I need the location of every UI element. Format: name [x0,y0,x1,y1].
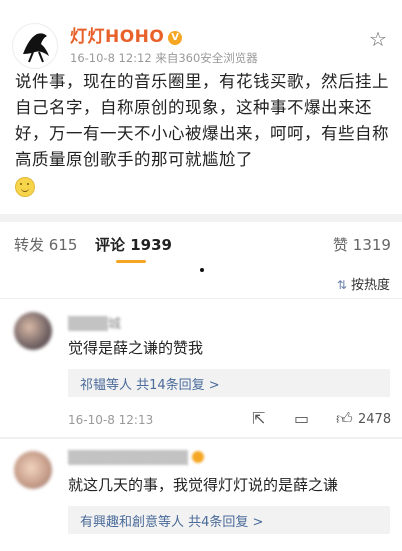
comment-item: ▒▒▒▒▒▒▒▒▒▒▒▒ 就这几天的事，我觉得灯灯说的是薛之谦 有興趣和創意等人… [0,439,402,551]
post-content: 说件事，现在的音乐圈里，有花钱买歌，然后挂上自己名字，自称原创的现象，这种事不爆… [15,69,390,201]
sort-label: 按热度 [350,278,390,293]
commenter-name-text[interactable]: ▒▒▒▒▒▒▒▒▒▒▒▒ [68,451,188,466]
tab-like-label: 赞 [333,236,349,254]
commenter-name[interactable]: ▒▒▒▒▒▒▒▒▒▒▒▒ [68,451,204,466]
sort-by-hot-button[interactable]: ⇅ 按热度 [337,274,390,293]
sort-icon: ⇅ [336,278,347,292]
tab-like-count: 1319 [352,236,391,254]
comment-replies-box[interactable]: 有興趣和創意等人 共4条回复 > [68,506,390,534]
post-meta: 16-10-8 12:12 来自360安全浏览器 [70,51,258,65]
comment-item: ▒▒▒▒城 觉得是薛之谦的赞我 祁韫等人 共14条回复 > 16-10-8 12… [0,299,402,437]
like-icon[interactable]: 👍︎ [336,409,353,429]
comment-replies-link[interactable]: 祁韫等人 共14条回复 > [80,374,220,393]
verified-badge-icon: V [168,31,183,45]
repost-icon[interactable]: ⇱ [252,409,265,428]
page-indicator-dot [200,268,204,272]
smile-emoji-icon [15,177,35,197]
author-avatar[interactable] [12,23,58,69]
comment-replies-box[interactable]: 祁韫等人 共14条回复 > [68,369,390,397]
comment-icon[interactable]: ▭ [294,409,309,428]
author-name[interactable]: 灯灯HOHO V [70,22,183,47]
sort-row: ⇅ 按热度 [0,270,402,298]
favorite-star-icon[interactable]: ☆ [369,27,387,51]
comment-text: 就这几天的事，我觉得灯灯说的是薛之谦 [68,476,339,494]
member-badge-icon [191,451,204,463]
tab-comment-count: 1939 [130,236,172,254]
commenter-name[interactable]: ▒▒▒▒城 [68,313,121,332]
tab-repost-count: 615 [48,236,78,254]
active-tab-indicator [116,260,146,263]
comment-text: 觉得是薛之谦的赞我 [68,339,204,357]
comment-time: 16-10-8 12:13 [68,413,154,427]
author-name-text[interactable]: 灯灯HOHO [70,27,164,47]
tab-repost-label: 转发 [14,236,45,254]
tab-comment[interactable]: 评论 1939 [95,234,172,255]
weibo-post: 灯灯HOHO V 16-10-8 12:12 来自360安全浏览器 ☆ 说件事，现… [0,0,402,214]
tab-comment-label: 评论 [95,236,126,254]
comment-replies-link[interactable]: 有興趣和創意等人 共4条回复 > [80,511,263,530]
post-stats-tabs: 转发 615 评论 1939 赞 1319 [0,222,402,270]
tab-like[interactable]: 赞 1319 [333,234,391,255]
post-content-text: 说件事，现在的音乐圈里，有花钱买歌，然后挂上自己名字，自称原创的现象，这种事不爆… [15,72,389,169]
commenter-avatar[interactable] [14,312,52,350]
comment-like-count: 2478 [358,412,392,427]
commenter-avatar[interactable] [14,451,52,489]
tab-repost[interactable]: 转发 615 [14,234,77,255]
